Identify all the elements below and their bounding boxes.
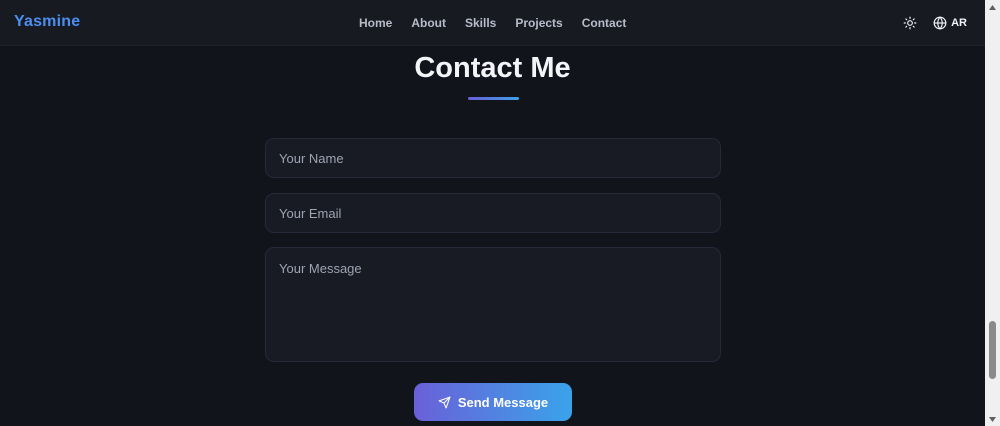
- scroll-up-arrow-icon[interactable]: [985, 0, 1000, 14]
- sun-icon: [903, 16, 917, 30]
- nav-link-home[interactable]: Home: [359, 16, 392, 30]
- nav-link-skills[interactable]: Skills: [465, 16, 496, 30]
- nav-links: Home About Skills Projects Contact: [359, 16, 626, 30]
- globe-icon: [933, 16, 947, 30]
- theme-toggle-button[interactable]: [901, 14, 919, 32]
- email-input[interactable]: [265, 193, 721, 233]
- page: Yasmine Home About Skills Projects Conta…: [0, 0, 985, 426]
- scroll-down-arrow-icon[interactable]: [985, 412, 1000, 426]
- section-title: Contact Me: [414, 52, 571, 84]
- nav-link-projects[interactable]: Projects: [515, 16, 562, 30]
- send-message-label: Send Message: [457, 394, 549, 410]
- language-label: AR: [951, 17, 967, 29]
- message-textarea[interactable]: [265, 247, 721, 362]
- scrollbar-thumb[interactable]: [989, 321, 996, 379]
- brand-logo[interactable]: Yasmine: [14, 13, 80, 31]
- nav-link-about[interactable]: About: [411, 16, 446, 30]
- browser-viewport: Yasmine Home About Skills Projects Conta…: [0, 0, 1000, 426]
- send-icon: [438, 396, 451, 408]
- send-message-button[interactable]: Send Message: [414, 383, 572, 421]
- title-underline: [468, 97, 519, 100]
- nav-link-contact[interactable]: Contact: [582, 16, 627, 30]
- nav-actions: AR: [901, 14, 967, 32]
- name-input[interactable]: [265, 138, 721, 178]
- language-toggle-button[interactable]: AR: [933, 16, 967, 30]
- scrollbar[interactable]: [985, 0, 1000, 426]
- navbar: Yasmine Home About Skills Projects Conta…: [0, 0, 985, 46]
